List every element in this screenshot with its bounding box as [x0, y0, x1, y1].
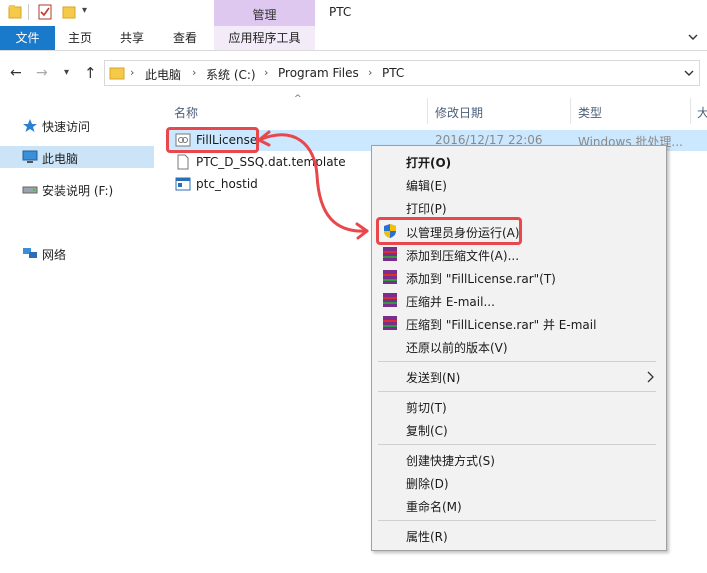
breadcrumb-separator-icon: ›	[130, 66, 135, 79]
breadcrumb-ptc[interactable]: PTC	[382, 66, 404, 80]
column-header-name[interactable]: 名称	[174, 104, 198, 121]
column-divider[interactable]	[690, 98, 691, 124]
nav-item-label: 此电脑	[42, 152, 79, 166]
breadcrumb-program-files[interactable]: Program Files	[278, 66, 359, 80]
menu-item-copy[interactable]: 复制(C)	[406, 422, 448, 439]
breadcrumb-system-c[interactable]: 系统 (C:)	[206, 66, 256, 83]
menu-separator	[378, 361, 656, 362]
folder-icon	[109, 67, 125, 80]
column-divider[interactable]	[427, 98, 428, 124]
menu-item-add-to-archive[interactable]: 添加到压缩文件(A)...	[406, 247, 519, 264]
context-group-label: 管理	[252, 8, 277, 22]
folder-icon[interactable]	[8, 4, 22, 20]
star-icon	[23, 119, 37, 132]
breadcrumb-separator-icon: ›	[192, 66, 197, 79]
menu-separator	[378, 444, 656, 445]
sort-ascending-icon: ^	[294, 94, 302, 104]
divider	[28, 4, 29, 20]
nav-item-label: 安装说明 (F:)	[42, 184, 114, 198]
column-header-size[interactable]: 大	[697, 104, 707, 121]
menu-item-compress-email[interactable]: 压缩并 E-mail...	[406, 293, 495, 310]
menu-separator	[378, 520, 656, 521]
tab-application-tools[interactable]: 应用程序工具	[214, 26, 315, 50]
menu-item-edit[interactable]: 编辑(E)	[406, 177, 447, 194]
menu-item-open[interactable]: 打开(O)	[406, 154, 451, 171]
properties-icon[interactable]	[38, 4, 52, 20]
tab-file[interactable]: 文件	[0, 26, 55, 50]
window-title: PTC	[329, 5, 352, 19]
highlight-box	[376, 217, 522, 245]
column-header-date[interactable]: 修改日期	[435, 104, 483, 121]
file-name[interactable]: ptc_hostid	[196, 177, 258, 191]
address-dropdown-icon[interactable]	[683, 68, 695, 78]
breadcrumb-this-pc[interactable]: 此电脑	[145, 66, 181, 83]
forward-arrow-icon[interactable]: →	[36, 65, 48, 81]
chevron-down-icon[interactable]	[686, 30, 700, 44]
tab-share[interactable]: 共享	[107, 26, 157, 50]
document-icon	[177, 154, 189, 170]
tab-view[interactable]: 查看	[160, 26, 210, 50]
highlight-box	[166, 127, 259, 153]
menu-item-compress-to-rar-email[interactable]: 压缩到 "FillLicense.rar" 并 E-mail	[406, 316, 596, 333]
qat-dropdown-icon[interactable]: ▾	[82, 5, 87, 16]
breadcrumb-separator-icon: ›	[368, 66, 373, 79]
annotation-arrow-icon	[257, 130, 369, 240]
quick-access-toolbar: ▾	[0, 0, 707, 26]
menu-item-restore-versions[interactable]: 还原以前的版本(V)	[406, 339, 508, 356]
chevron-right-icon	[647, 371, 654, 383]
up-arrow-icon[interactable]: ↑	[84, 64, 97, 82]
window-file-icon	[175, 177, 191, 191]
nav-item-drive-f[interactable]: 安装说明 (F:)	[0, 178, 154, 200]
nav-item-quick-access[interactable]: 快速访问	[0, 114, 154, 136]
column-divider[interactable]	[570, 98, 571, 124]
winrar-icon	[383, 316, 397, 330]
winrar-icon	[383, 293, 397, 307]
menu-item-print[interactable]: 打印(P)	[406, 200, 447, 217]
back-arrow-icon[interactable]: ←	[10, 65, 22, 81]
new-folder-icon[interactable]	[62, 4, 76, 20]
menu-item-delete[interactable]: 删除(D)	[406, 475, 449, 492]
tab-home[interactable]: 主页	[55, 26, 105, 50]
menu-item-add-to-rar[interactable]: 添加到 "FillLicense.rar"(T)	[406, 270, 556, 287]
nav-item-label: 快速访问	[42, 120, 91, 134]
context-tab-group: 管理	[214, 0, 315, 26]
nav-item-network[interactable]: 网络	[0, 242, 154, 264]
menu-separator	[378, 391, 656, 392]
menu-item-create-shortcut[interactable]: 创建快捷方式(S)	[406, 452, 495, 469]
menu-item-send-to[interactable]: 发送到(N)	[406, 369, 460, 386]
navigation-pane: 快速访问 此电脑 安装说明 (F:) 网络	[0, 97, 158, 573]
menu-item-properties[interactable]: 属性(R)	[406, 528, 448, 545]
network-icon	[23, 248, 37, 258]
nav-item-label: 网络	[42, 248, 67, 262]
breadcrumb-separator-icon: ›	[264, 66, 269, 79]
recent-locations-icon[interactable]: ▾	[64, 67, 69, 78]
nav-item-this-pc[interactable]: 此电脑	[0, 146, 154, 168]
winrar-icon	[383, 247, 397, 261]
winrar-icon	[383, 270, 397, 284]
drive-icon	[22, 186, 38, 194]
menu-item-rename[interactable]: 重命名(M)	[406, 498, 462, 515]
computer-icon	[22, 150, 38, 163]
column-header-type[interactable]: 类型	[578, 104, 602, 121]
menu-item-cut[interactable]: 剪切(T)	[406, 399, 447, 416]
